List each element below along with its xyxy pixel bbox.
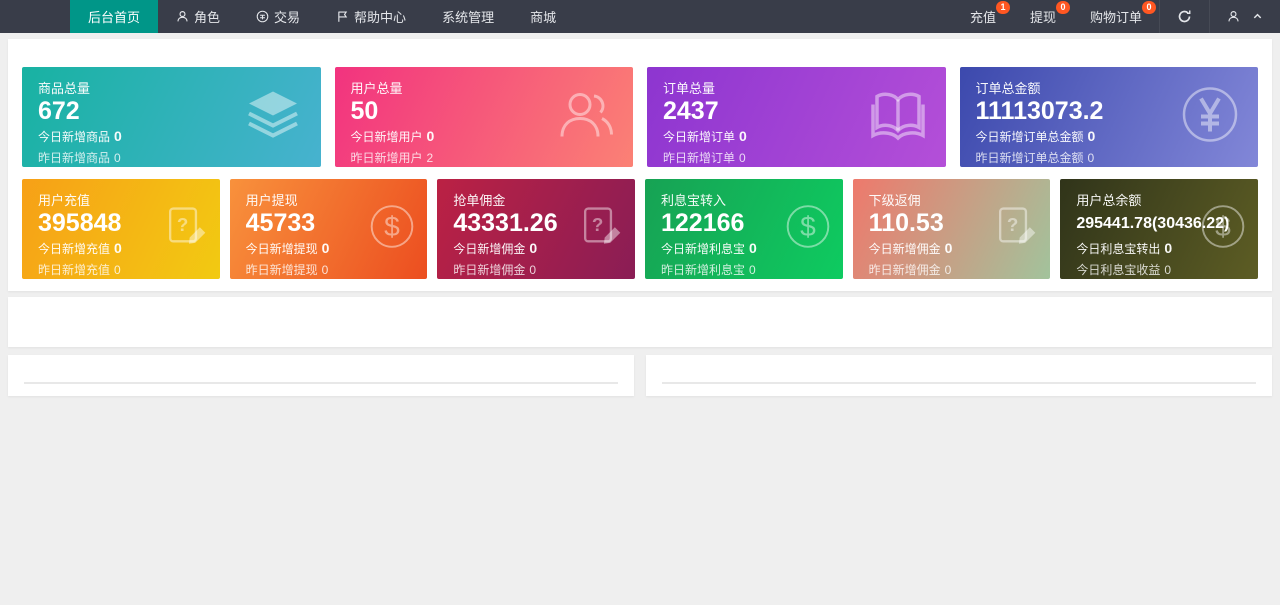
nav-item-trade[interactable]: 交易 xyxy=(238,0,318,33)
dollar-circle-icon: $ xyxy=(783,202,833,257)
nav-action-label: 购物订单 xyxy=(1089,10,1142,25)
nav-item-label: 后台首页 xyxy=(88,10,141,25)
stat-card-yesterday-line: 今日利息宝收益 0 xyxy=(1076,263,1172,277)
brand-logo xyxy=(0,0,70,33)
svg-text:$: $ xyxy=(385,211,401,242)
user-icon xyxy=(1227,10,1240,23)
bottom-panels xyxy=(8,355,1272,396)
nav-item-label: 系统管理 xyxy=(442,10,495,25)
nav-item-label: 商城 xyxy=(530,10,557,25)
stat-card-users-total: 用户总量 50 今日新增用户 0 昨日新增用户 2 xyxy=(334,67,633,167)
main-menu: 后台首页 角色 交易 帮助中心 系统管理 商城 xyxy=(70,0,574,33)
stat-card-user-withdraw: 用户提现 45733 今日新增提现 0 昨日新增提现 0 $ xyxy=(229,179,428,279)
stat-card-order-amount: 订单总金额 11113073.2 今日新增订单总金额 0 昨日新增订单总金额 0 xyxy=(959,67,1258,167)
nav-item-mall[interactable]: 商城 xyxy=(512,0,574,33)
stat-card-interest-in: 利息宝转入 122166 今日新增利息宝 0 昨日新增利息宝 0 $ xyxy=(645,179,843,279)
mall-stats-panel: 商品总量 672 今日新增商品 0 昨日新增商品 0 用户总量 50 今日新增用户 0… xyxy=(8,39,1272,291)
nav-item-label: 帮助中心 xyxy=(354,10,407,25)
doc-question-icon: ? xyxy=(160,202,210,257)
doc-question-icon: ? xyxy=(990,202,1040,257)
svg-text:?: ? xyxy=(592,214,603,235)
book-icon xyxy=(866,83,930,152)
svg-text:$: $ xyxy=(1215,211,1231,242)
customer-service-panel xyxy=(8,297,1272,347)
stat-card-yesterday-line: 昨日新增提现 0 xyxy=(245,263,329,277)
nav-action-label: 充值 xyxy=(969,10,996,25)
nav-item-label: 角色 xyxy=(194,10,221,25)
refresh-button[interactable] xyxy=(1159,0,1209,33)
navbar-right: 充值 1 提现 0 购物订单 0 xyxy=(953,0,1280,33)
refresh-icon xyxy=(1177,9,1192,24)
person-icon xyxy=(176,10,189,23)
chevron-up-icon xyxy=(1250,11,1263,22)
nav-item-label: 交易 xyxy=(274,10,301,25)
svg-text:?: ? xyxy=(1007,214,1018,235)
svg-text:$: $ xyxy=(800,211,816,242)
trade-icon xyxy=(256,10,269,23)
stat-card-order-commission: 抢单佣金 43331.26 今日新增佣金 0 昨日新增佣金 0 ? xyxy=(437,179,635,279)
nav-item-home[interactable]: 后台首页 xyxy=(70,0,159,33)
navbar-notifications: 充值 1 提现 0 购物订单 0 xyxy=(953,0,1159,33)
doc-question-icon: ? xyxy=(575,202,625,257)
notification-badge: 1 xyxy=(995,1,1010,14)
system-info-table xyxy=(24,382,618,384)
stat-card-yesterday-line: 昨日新增佣金 0 xyxy=(868,263,952,277)
nav-item-system[interactable]: 系统管理 xyxy=(424,0,512,33)
system-info-panel xyxy=(8,355,634,396)
notification-badge: 0 xyxy=(1142,1,1156,14)
stat-card-orders-total: 订单总量 2437 今日新增订单 0 昨日新增订单 0 xyxy=(647,67,946,167)
nav-action-label: 提现 xyxy=(1029,10,1056,25)
svg-text:?: ? xyxy=(177,214,188,235)
product-team-panel xyxy=(646,355,1272,396)
top-navbar: 后台首页 角色 交易 帮助中心 系统管理 商城 充值 1 提现 0 购物订单 0 xyxy=(0,0,1280,33)
notification-badge: 0 xyxy=(1055,1,1070,14)
stats-row-2: 用户充值 395848 今日新增充值 0 昨日新增充值 0 ? 用户提现 45733… xyxy=(22,179,1258,279)
stat-card-sub-rebate: 下级返佣 110.53 今日新增佣金 0 昨日新增佣金 0 ? xyxy=(852,179,1051,279)
nav-item-roles[interactable]: 角色 xyxy=(158,0,238,33)
nav-item-help[interactable]: 帮助中心 xyxy=(318,0,424,33)
product-team-table xyxy=(662,382,1256,384)
stat-card-goods-total: 商品总量 672 今日新增商品 0 昨日新增商品 0 xyxy=(22,67,321,167)
stat-card-yesterday-line: 昨日新增充值 0 xyxy=(38,263,121,277)
dollar-circle-icon: $ xyxy=(367,202,417,257)
yen-circle-icon xyxy=(1178,83,1242,152)
stats-row-1: 商品总量 672 今日新增商品 0 昨日新增商品 0 用户总量 50 今日新增用户 0… xyxy=(22,67,1258,167)
stat-card-yesterday-line: 昨日新增利息宝 0 xyxy=(661,263,756,277)
stat-card-yesterday-line: 昨日新增佣金 0 xyxy=(453,263,537,277)
stat-card-user-balance: 用户总余额 295441.78(30436.22) 今日利息宝转出 0 今日利息宝… xyxy=(1060,179,1258,279)
stat-card-user-recharge: 用户充值 395848 今日新增充值 0 昨日新增充值 0 ? xyxy=(22,179,220,279)
user-menu[interactable] xyxy=(1209,0,1280,33)
nav-action-withdraw[interactable]: 提现 0 xyxy=(1013,0,1073,33)
nav-action-shop-orders[interactable]: 购物订单 0 xyxy=(1073,0,1159,33)
dollar-circle-icon: $ xyxy=(1198,202,1248,257)
users-icon xyxy=(553,83,617,152)
nav-action-recharge[interactable]: 充值 1 xyxy=(953,0,1013,33)
flag-icon xyxy=(336,10,349,23)
layers-icon xyxy=(241,83,305,152)
